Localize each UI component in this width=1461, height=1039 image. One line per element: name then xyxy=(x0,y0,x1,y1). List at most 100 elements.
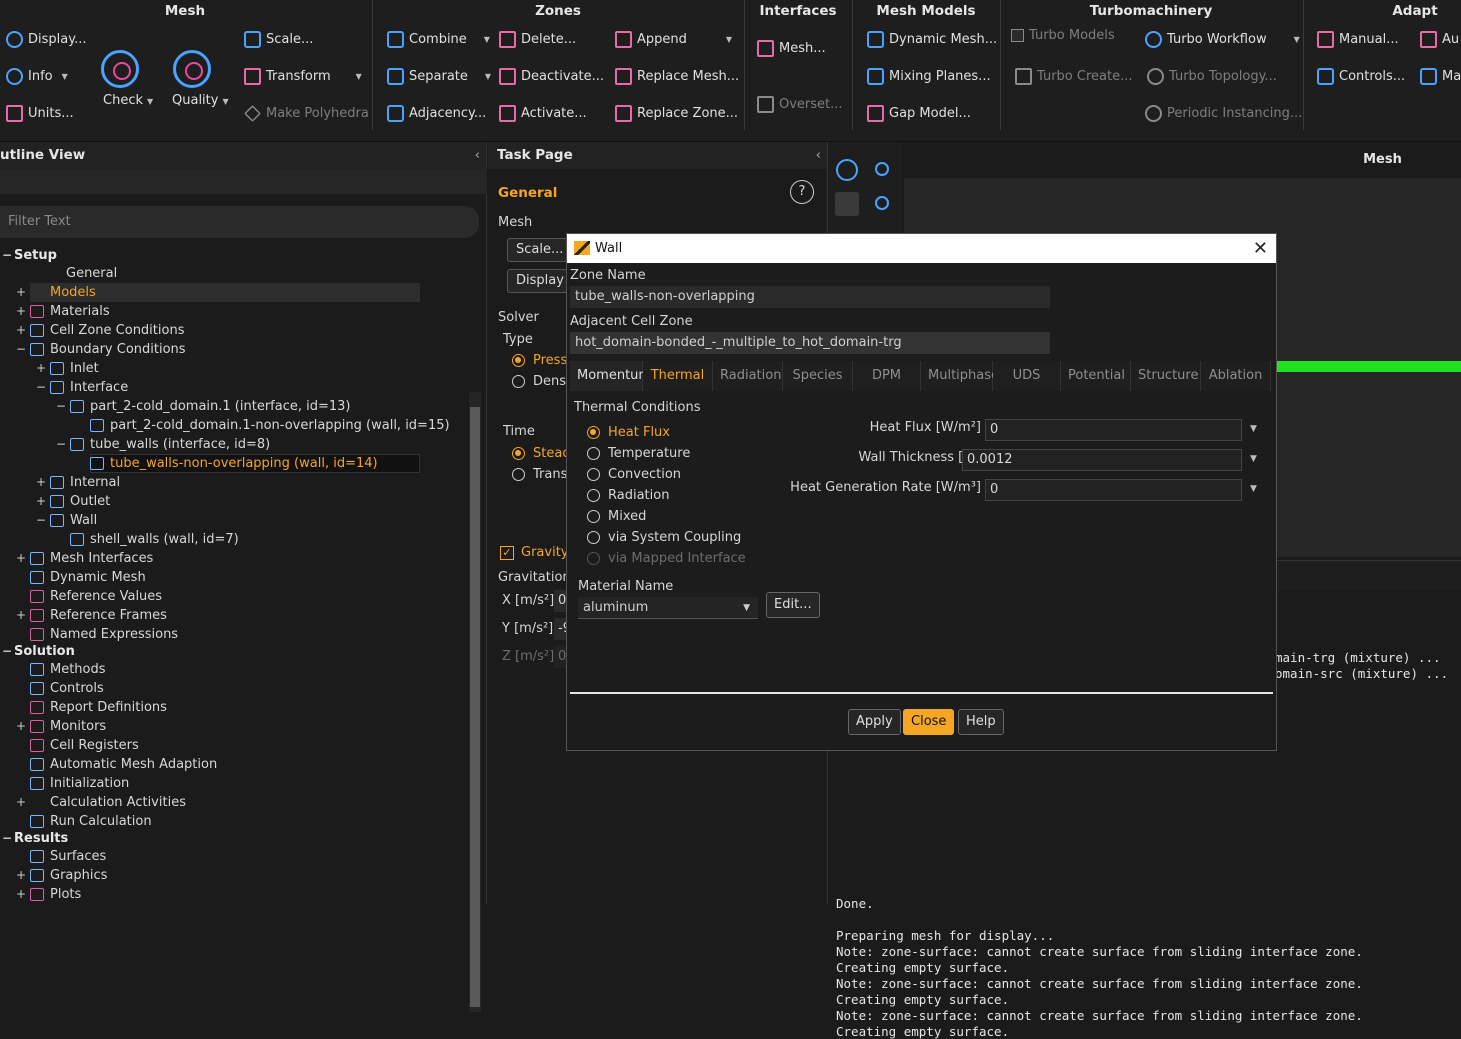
tree-item[interactable]: + Inlet xyxy=(34,359,99,378)
tree-item[interactable]: − part_2-cold_domain.1 (interface, id=13) xyxy=(54,397,351,416)
periodic-instancing-button[interactable]: Periodic Instancing... xyxy=(1145,105,1302,122)
expand-icon[interactable]: + xyxy=(34,359,48,378)
apply-button[interactable]: Apply xyxy=(848,709,901,735)
check-icon[interactable] xyxy=(101,50,139,88)
tree-item[interactable]: + Reference Frames xyxy=(14,606,167,625)
expand-icon[interactable]: + xyxy=(14,885,28,904)
collapse-panel-icon[interactable]: ‹ xyxy=(475,142,480,169)
close-icon[interactable]: ✕ xyxy=(1253,234,1268,263)
thermal-condition-radio[interactable]: Heat Flux xyxy=(587,425,670,440)
chevron-down-icon[interactable]: ▼ xyxy=(1250,424,1257,434)
tree-item[interactable]: Methods xyxy=(14,660,106,679)
collapse-icon[interactable]: − xyxy=(54,397,68,416)
param-input[interactable]: 0 xyxy=(985,419,1242,441)
tab-structure[interactable]: Structure xyxy=(1131,361,1201,391)
expand-icon[interactable]: + xyxy=(14,793,28,812)
tree-item[interactable]: − Solution xyxy=(0,642,75,661)
tab-multiphase[interactable]: Multiphase xyxy=(921,361,999,391)
check-button[interactable]: Check ▼ xyxy=(103,93,153,108)
tree-item[interactable]: + Outlet xyxy=(34,492,110,511)
tree-item[interactable]: − Setup xyxy=(0,246,57,265)
quality-button[interactable]: Quality ▼ xyxy=(172,93,229,108)
tree-item[interactable]: + Materials xyxy=(14,302,110,321)
steady-radio[interactable]: Stead xyxy=(512,446,571,461)
overset-button[interactable]: Overset... xyxy=(757,96,843,113)
display-button[interactable]: Display... xyxy=(6,31,86,48)
tree-item[interactable]: + Models xyxy=(14,283,96,302)
combine-button[interactable]: Combine ▼ xyxy=(387,31,490,48)
tree-item[interactable]: Surfaces xyxy=(14,847,106,866)
collapse-icon[interactable]: − xyxy=(14,340,28,359)
param-input[interactable]: 0.0012 xyxy=(962,449,1242,471)
adapt-automatic-button[interactable]: Au xyxy=(1420,31,1459,48)
material-select[interactable]: aluminum ▼ xyxy=(578,597,758,619)
fit-view-icon[interactable] xyxy=(836,159,858,181)
activate-button[interactable]: Activate... xyxy=(499,105,587,122)
adapt-controls-button[interactable]: Controls... xyxy=(1317,68,1405,85)
tab-potential[interactable]: Potential xyxy=(1061,361,1131,391)
adapt-manage-button[interactable]: Ma xyxy=(1420,68,1461,85)
expand-icon[interactable]: + xyxy=(14,606,28,625)
view-mode-icon[interactable] xyxy=(835,192,859,216)
expand-icon[interactable]: + xyxy=(14,866,28,885)
collapse-panel-icon[interactable]: ‹ xyxy=(816,142,821,169)
tree-item[interactable]: − tube_walls (interface, id=8) xyxy=(54,435,270,454)
tab-momentum[interactable]: Momentum xyxy=(570,361,651,391)
tab-dpm[interactable]: DPM xyxy=(853,361,921,391)
append-button[interactable]: Append ▼ xyxy=(615,31,732,48)
replace-zone-button[interactable]: Replace Zone... xyxy=(615,105,738,122)
tab-radiation[interactable]: Radiation xyxy=(713,361,783,391)
help-icon[interactable]: ? xyxy=(790,180,814,204)
edit-material-button[interactable]: Edit... xyxy=(766,592,820,618)
tab-species[interactable]: Species xyxy=(783,361,853,391)
chevron-down-icon[interactable]: ▼ xyxy=(1250,454,1257,464)
param-input[interactable]: 0 xyxy=(985,479,1242,501)
close-button[interactable]: Close xyxy=(903,709,955,735)
thermal-condition-radio[interactable]: Convection xyxy=(587,467,681,482)
mixing-planes-button[interactable]: Mixing Planes... xyxy=(867,68,991,85)
tree-item[interactable]: + Cell Zone Conditions xyxy=(14,321,185,340)
thermal-condition-radio[interactable]: Temperature xyxy=(587,446,690,461)
tree-item[interactable]: + Mesh Interfaces xyxy=(14,549,153,568)
mesh-interfaces-button[interactable]: Mesh... xyxy=(757,40,826,57)
expand-icon[interactable]: + xyxy=(34,492,48,511)
dynamic-mesh-button[interactable]: Dynamic Mesh... xyxy=(867,31,997,48)
deactivate-button[interactable]: Deactivate... xyxy=(499,68,604,85)
collapse-icon[interactable]: − xyxy=(34,511,48,530)
turbo-workflow-button[interactable]: Turbo Workflow ▼ xyxy=(1145,31,1300,48)
scale-button[interactable]: Scale... xyxy=(244,31,313,48)
units-button[interactable]: Units... xyxy=(6,105,74,122)
outline-scrollbar[interactable] xyxy=(469,392,481,1012)
zoom-icon[interactable] xyxy=(875,162,889,176)
tab-ablation[interactable]: Ablation xyxy=(1201,361,1271,391)
adapt-manual-button[interactable]: Manual... xyxy=(1317,31,1399,48)
adjacency-button[interactable]: Adjacency... xyxy=(387,105,486,122)
expand-icon[interactable]: + xyxy=(14,549,28,568)
chevron-down-icon[interactable]: ▼ xyxy=(1250,484,1257,494)
scrollbar-thumb[interactable] xyxy=(470,407,480,1007)
expand-icon[interactable]: + xyxy=(14,717,28,736)
collapse-icon[interactable]: − xyxy=(54,435,68,454)
gap-model-button[interactable]: Gap Model... xyxy=(867,105,971,122)
tab-uds[interactable]: UDS xyxy=(993,361,1061,391)
transform-button[interactable]: Transform ▼ xyxy=(244,68,362,85)
tree-item[interactable]: − Wall xyxy=(34,511,97,530)
tree-item[interactable]: Controls xyxy=(14,679,104,698)
thermal-condition-radio[interactable]: Radiation xyxy=(587,488,669,503)
thermal-condition-radio[interactable]: Mixed xyxy=(587,509,646,524)
dialog-titlebar[interactable]: Wall ✕ xyxy=(567,234,1276,263)
collapse-icon[interactable]: − xyxy=(0,246,14,265)
tree-item[interactable]: + Internal xyxy=(34,473,120,492)
turbo-models-checkbox[interactable]: Turbo Models xyxy=(1011,28,1115,43)
scale-button[interactable]: Scale... xyxy=(507,238,573,262)
thermal-condition-radio[interactable]: via System Coupling xyxy=(587,530,741,545)
expand-icon[interactable]: + xyxy=(14,321,28,340)
tree-item[interactable]: + Monitors xyxy=(14,717,106,736)
tree-item[interactable]: + Plots xyxy=(14,885,81,904)
quality-icon[interactable] xyxy=(173,50,211,88)
zoom-out-icon[interactable] xyxy=(875,196,889,210)
tree-item[interactable]: Cell Registers xyxy=(14,736,139,755)
gravity-checkbox[interactable]: ✓ Gravity xyxy=(500,545,568,560)
delete-button[interactable]: Delete... xyxy=(499,31,576,48)
tree-item[interactable]: tube_walls-non-overlapping (wall, id=14) xyxy=(74,454,378,473)
